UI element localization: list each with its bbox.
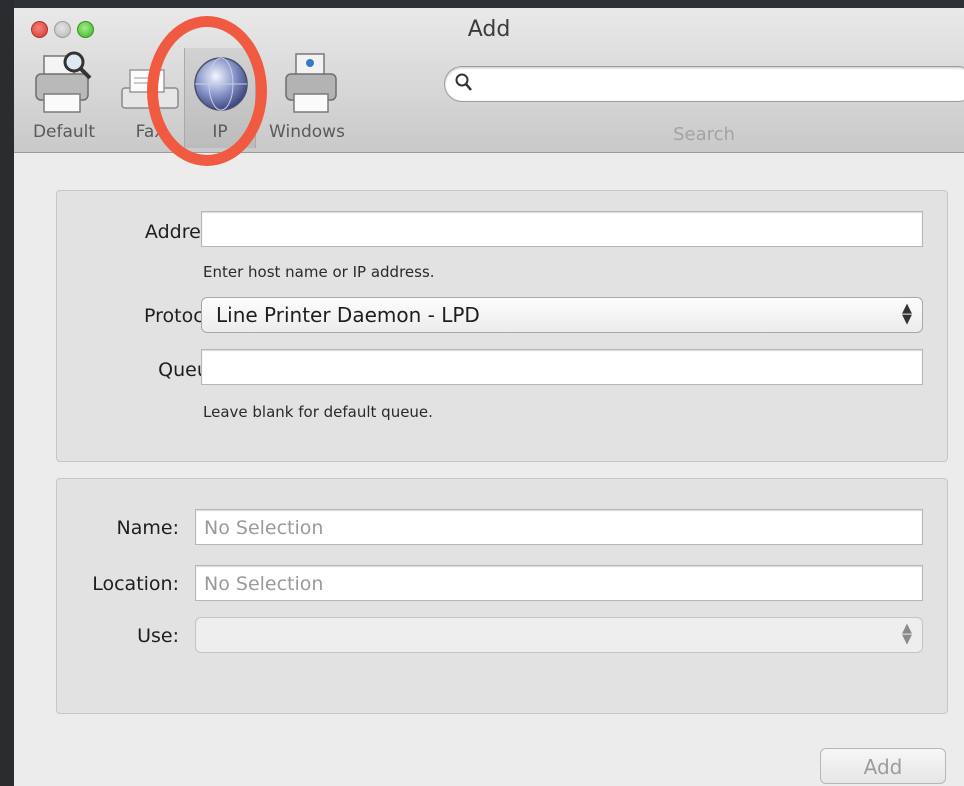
window-title: Add bbox=[467, 17, 511, 42]
popup-arrows-icon: ▲ ▼ bbox=[902, 621, 912, 647]
search-icon bbox=[455, 73, 473, 97]
protocol-value: Line Printer Daemon - LPD bbox=[216, 303, 480, 327]
address-hint: Enter host name or IP address. bbox=[203, 263, 435, 281]
protocol-popup[interactable]: Line Printer Daemon - LPD ▲ ▼ bbox=[201, 297, 923, 333]
use-label: Use: bbox=[137, 625, 179, 647]
location-field[interactable] bbox=[195, 565, 923, 601]
location-input[interactable] bbox=[202, 570, 903, 598]
printer-magnifier-icon bbox=[34, 48, 98, 118]
toolbar-label-windows: Windows bbox=[269, 122, 345, 142]
add-button[interactable]: Add bbox=[820, 748, 946, 784]
name-field[interactable] bbox=[195, 509, 923, 545]
toolbar-item-ip[interactable]: IP bbox=[184, 48, 256, 148]
popup-arrows-icon: ▲ ▼ bbox=[902, 301, 912, 327]
name-input[interactable] bbox=[202, 514, 903, 542]
queue-input[interactable] bbox=[208, 354, 904, 382]
toolbar-item-default[interactable]: Default bbox=[24, 48, 104, 148]
printer-icon bbox=[282, 48, 346, 118]
search-input[interactable] bbox=[481, 71, 955, 97]
location-label: Location: bbox=[92, 573, 179, 595]
background-desktop bbox=[0, 0, 14, 786]
toolbar-item-fax[interactable]: Fax bbox=[110, 48, 190, 148]
printer-details-panel: Name: Location: Use: ▲▼ bbox=[56, 478, 948, 714]
search-area: Search bbox=[444, 66, 964, 150]
queue-field[interactable] bbox=[201, 349, 923, 385]
add-printer-window: Add Default Fax IP Windows Search Addres… bbox=[14, 8, 964, 786]
globe-icon bbox=[189, 48, 253, 118]
queue-hint: Leave blank for default queue. bbox=[203, 403, 433, 421]
toolbar-label-ip: IP bbox=[212, 122, 228, 142]
address-input[interactable] bbox=[208, 216, 904, 244]
fax-icon bbox=[118, 48, 182, 118]
search-field[interactable] bbox=[444, 66, 964, 102]
use-popup[interactable]: ▲ ▼ bbox=[195, 617, 923, 653]
toolbar: Add Default Fax IP Windows Search bbox=[14, 8, 964, 153]
search-caption: Search bbox=[673, 124, 735, 145]
toolbar-item-windows[interactable]: Windows bbox=[262, 48, 352, 148]
toolbar-label-default: Default bbox=[32, 122, 96, 142]
address-field[interactable] bbox=[201, 211, 923, 247]
toolbar-label-fax: Fax bbox=[135, 122, 165, 142]
name-label: Name: bbox=[116, 517, 179, 539]
connection-settings-panel: Address: Enter host name or IP address. … bbox=[56, 190, 948, 462]
